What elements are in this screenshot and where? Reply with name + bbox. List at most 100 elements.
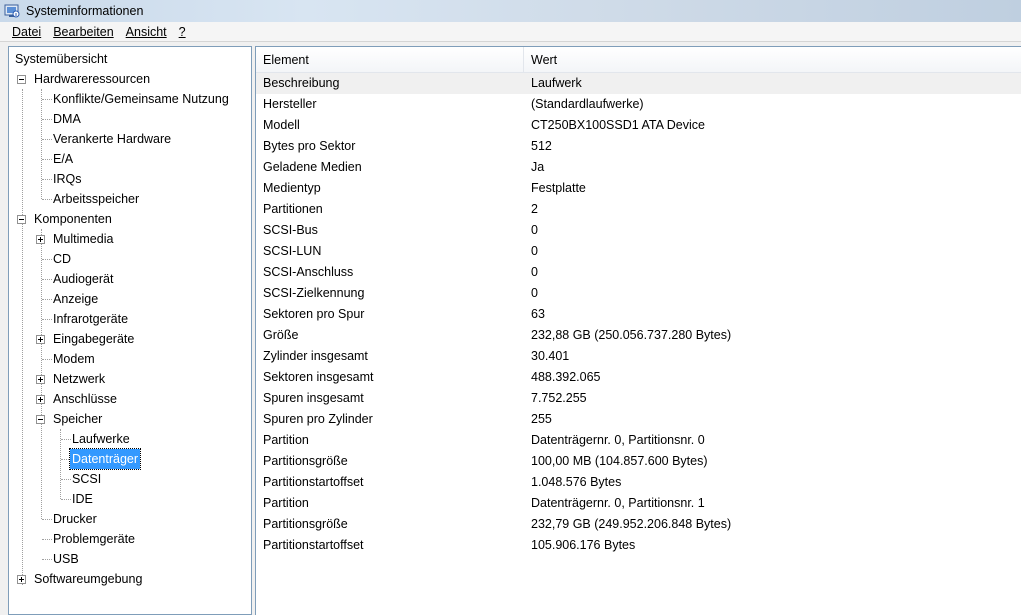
tree-node-hardware[interactable]: Hardwareressourcen xyxy=(9,69,249,89)
cell-element: SCSI-Bus xyxy=(263,223,318,237)
tree-label-scsi: SCSI xyxy=(72,472,102,486)
table-row[interactable]: Modell CT250BX100SSD1 ATA Device xyxy=(256,115,1021,136)
table-row[interactable]: Spuren pro Zylinder 255 xyxy=(256,409,1021,430)
expand-icon[interactable] xyxy=(36,335,45,344)
cell-value: Laufwerk xyxy=(531,76,582,90)
column-headers: Element Wert xyxy=(256,47,1021,73)
tree-label-network: Netzwerk xyxy=(53,372,106,386)
cell-value: Datenträgernr. 0, Partitionsnr. 1 xyxy=(531,496,705,510)
system-info-icon xyxy=(4,4,20,18)
details-list[interactable]: Element Wert Beschreibung Laufwerk Herstel… xyxy=(255,46,1021,615)
cell-element: Bytes pro Sektor xyxy=(263,139,356,153)
tree-label-memory: Arbeitsspeicher xyxy=(53,192,140,206)
tree-label-conflicts: Konflikte/Gemeinsame Nutzung xyxy=(53,92,229,106)
table-row[interactable]: Spuren insgesamt 7.752.255 xyxy=(256,388,1021,409)
table-row[interactable]: Partitionstartoffset 105.906.176 Bytes xyxy=(256,535,1021,556)
cell-element: Partition xyxy=(263,433,309,447)
table-row[interactable]: Beschreibung Laufwerk xyxy=(256,73,1021,94)
tree-node-components[interactable]: Komponenten xyxy=(9,209,249,229)
menu-bearbeiten-label: Bearbeiten xyxy=(53,24,114,39)
tree-label-io: E/A xyxy=(53,152,74,166)
cell-value: Ja xyxy=(531,160,545,174)
tree-label-display: Anzeige xyxy=(53,292,99,306)
tree-label-dma: DMA xyxy=(53,112,81,126)
table-row[interactable]: Partitionstartoffset 1.048.576 Bytes xyxy=(256,472,1021,493)
table-row[interactable]: SCSI-LUN 0 xyxy=(256,241,1021,262)
collapse-icon[interactable] xyxy=(17,215,26,224)
table-row[interactable]: Partitionsgröße 100,00 MB (104.857.600 By… xyxy=(256,451,1021,472)
table-row[interactable]: Partition Datenträgernr. 0, Partitionsnr.… xyxy=(256,493,1021,514)
cell-value: 1.048.576 Bytes xyxy=(531,475,622,489)
cell-element: Partitionsgröße xyxy=(263,454,348,468)
menu-help-label: ? xyxy=(178,24,186,39)
tree-label-ide: IDE xyxy=(72,492,93,506)
column-header-element[interactable]: Element xyxy=(256,47,524,73)
tree-label-input: Eingabegeräte xyxy=(53,332,135,346)
cell-value: 0 xyxy=(531,244,538,258)
menu-bearbeiten[interactable]: Bearbeiten xyxy=(47,25,119,39)
cell-element: SCSI-Zielkennung xyxy=(263,286,365,300)
tree-label-printers: Drucker xyxy=(53,512,97,526)
tree-label-multimedia: Multimedia xyxy=(53,232,114,246)
cell-element: Beschreibung xyxy=(263,76,340,90)
tree-node-input[interactable]: Eingabegeräte xyxy=(9,329,249,349)
cell-element: Partitionstartoffset xyxy=(263,475,364,489)
tree-label-problem-devices: Problemgeräte xyxy=(53,532,135,546)
expand-icon[interactable] xyxy=(17,575,26,584)
tree-node-software[interactable]: Softwareumgebung xyxy=(9,569,249,589)
tree-node-multimedia[interactable]: Multimedia xyxy=(9,229,249,249)
tree-label-forced-hardware: Verankerte Hardware xyxy=(53,132,172,146)
cell-element: Partitionsgröße xyxy=(263,517,348,531)
tree-label-ports: Anschlüsse xyxy=(53,392,117,406)
menu-datei-label: Datei xyxy=(12,24,42,39)
cell-value: 63 xyxy=(531,307,545,321)
menu-datei[interactable]: Datei xyxy=(6,25,47,39)
tree-node-storage[interactable]: Speicher xyxy=(9,409,249,429)
table-row[interactable]: Zylinder insgesamt 30.401 xyxy=(256,346,1021,367)
tree-node-network[interactable]: Netzwerk xyxy=(9,369,249,389)
category-tree[interactable]: Systemübersicht Hardwareressourcen Konfl… xyxy=(8,46,252,615)
tree-label-audio: Audiogerät xyxy=(53,272,114,286)
tree-label-modem: Modem xyxy=(53,352,95,366)
tree-label-drives: Laufwerke xyxy=(72,432,130,446)
cell-element: Zylinder insgesamt xyxy=(263,349,368,363)
cell-element: Spuren pro Zylinder xyxy=(263,412,373,426)
tree-label-usb: USB xyxy=(53,552,79,566)
cell-element: Modell xyxy=(263,118,300,132)
table-row[interactable]: SCSI-Zielkennung 0 xyxy=(256,283,1021,304)
expand-icon[interactable] xyxy=(36,235,45,244)
cell-element: Partitionen xyxy=(263,202,323,216)
cell-value: 232,88 GB (250.056.737.280 Bytes) xyxy=(531,328,732,342)
title-bar: Systeminformationen xyxy=(0,0,1021,22)
table-row[interactable]: Hersteller (Standardlaufwerke) xyxy=(256,94,1021,115)
table-row[interactable]: Partition Datenträgernr. 0, Partitionsnr.… xyxy=(256,430,1021,451)
table-row[interactable]: Bytes pro Sektor 512 xyxy=(256,136,1021,157)
table-row[interactable]: Sektoren pro Spur 63 xyxy=(256,304,1021,325)
table-row[interactable]: SCSI-Anschluss 0 xyxy=(256,262,1021,283)
column-header-value[interactable]: Wert xyxy=(524,47,1021,73)
tree-label-hardware: Hardwareressourcen xyxy=(34,72,151,86)
table-row[interactable]: Partitionen 2 xyxy=(256,199,1021,220)
table-row[interactable]: Medientyp Festplatte xyxy=(256,178,1021,199)
cell-element: SCSI-LUN xyxy=(263,244,322,258)
cell-element: SCSI-Anschluss xyxy=(263,265,354,279)
cell-element: Geladene Medien xyxy=(263,160,362,174)
table-row[interactable]: Größe 232,88 GB (250.056.737.280 Bytes) xyxy=(256,325,1021,346)
table-row[interactable]: SCSI-Bus 0 xyxy=(256,220,1021,241)
table-row[interactable]: Sektoren insgesamt 488.392.065 xyxy=(256,367,1021,388)
collapse-icon[interactable] xyxy=(17,75,26,84)
table-row[interactable]: Partitionsgröße 232,79 GB (249.952.206.84… xyxy=(256,514,1021,535)
tree-node-ports[interactable]: Anschlüsse xyxy=(9,389,249,409)
tree-label-infrared: Infrarotgeräte xyxy=(53,312,129,326)
cell-element: Sektoren insgesamt xyxy=(263,370,374,384)
collapse-icon[interactable] xyxy=(36,415,45,424)
table-row[interactable]: Geladene Medien Ja xyxy=(256,157,1021,178)
cell-value: 105.906.176 Bytes xyxy=(531,538,636,552)
expand-icon[interactable] xyxy=(36,375,45,384)
menu-help[interactable]: ? xyxy=(173,25,192,39)
cell-value: 7.752.255 xyxy=(531,391,587,405)
menu-ansicht[interactable]: Ansicht xyxy=(120,25,173,39)
tree-label-root: Systemübersicht xyxy=(15,52,108,66)
cell-value: (Standardlaufwerke) xyxy=(531,97,644,111)
expand-icon[interactable] xyxy=(36,395,45,404)
